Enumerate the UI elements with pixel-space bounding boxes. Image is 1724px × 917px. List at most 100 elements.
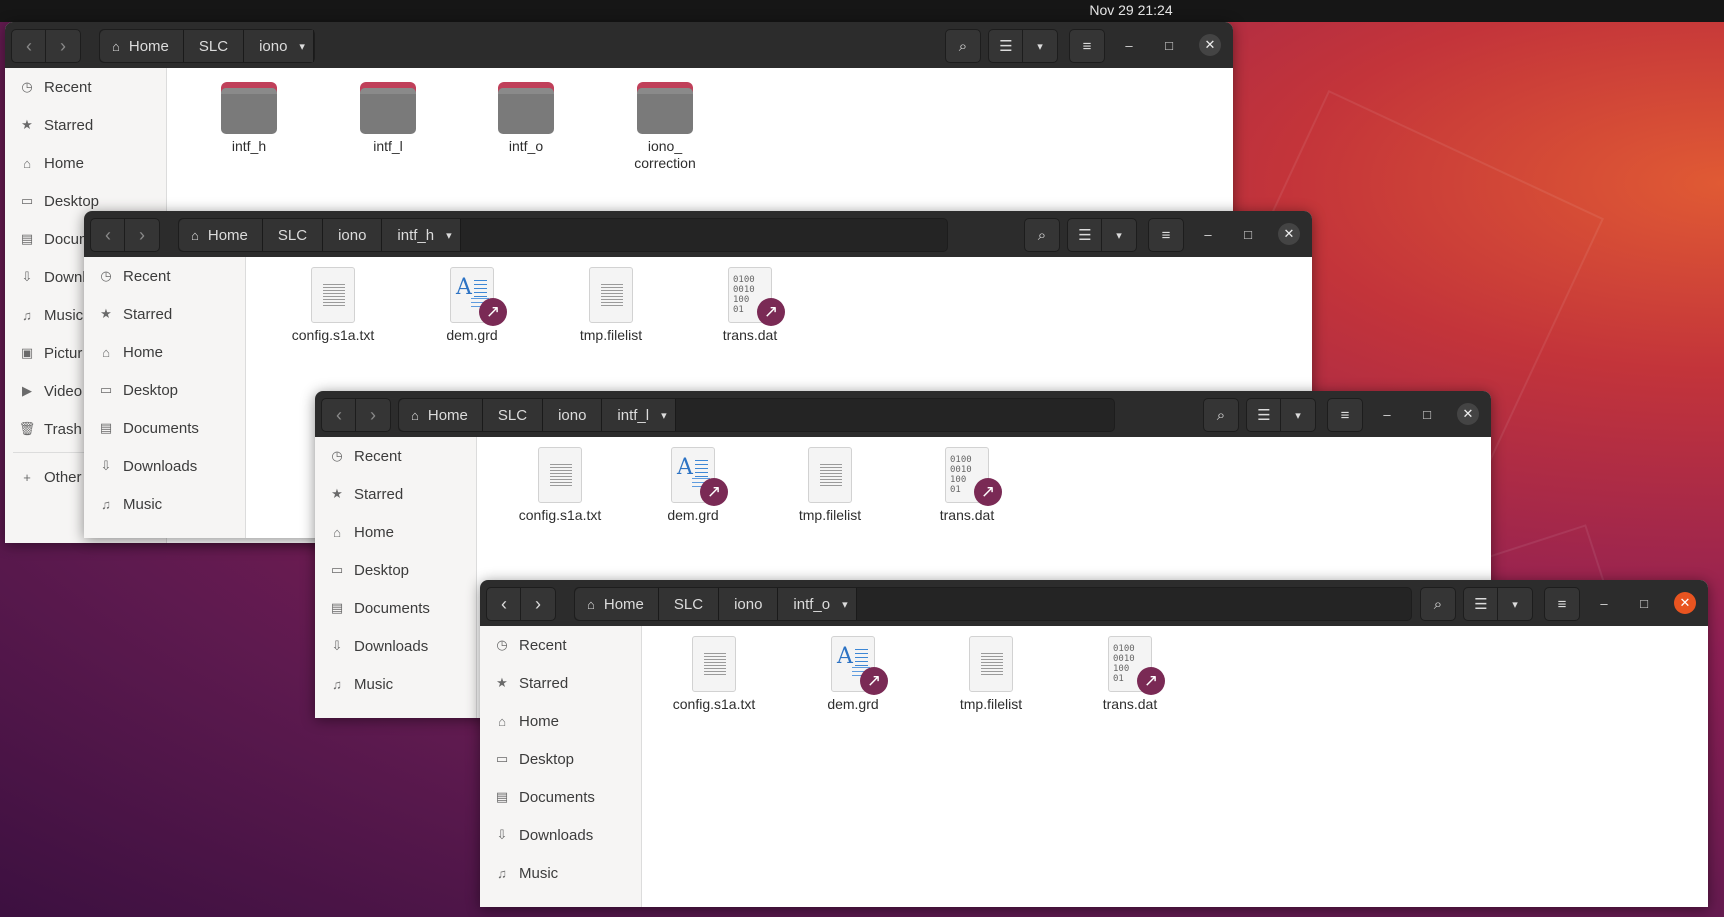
back-button[interactable]: ‹ xyxy=(486,587,522,621)
sidebar-item-starred[interactable]: ★ Starred xyxy=(480,664,568,702)
sidebar-item-desktop[interactable]: ▭ Desktop xyxy=(315,551,409,589)
minimize-button[interactable]: – xyxy=(1118,34,1140,56)
close-button[interactable]: ✕ xyxy=(1674,592,1696,614)
breadcrumb-iono[interactable]: iono xyxy=(543,399,603,431)
file-item[interactable]: 0100 0010 100 01 ↗ trans.dat xyxy=(692,267,808,344)
sidebar-item-documents[interactable]: ▤ Documents xyxy=(84,409,199,447)
sidebar-item-starred[interactable]: ★ Starred xyxy=(84,295,172,333)
maximize-button[interactable]: □ xyxy=(1416,403,1438,425)
search-button[interactable]: ⌕ xyxy=(1203,398,1239,432)
file-item[interactable]: config.s1a.txt xyxy=(275,267,391,344)
list-view-button[interactable]: ☰ xyxy=(1246,398,1282,432)
close-button[interactable]: ✕ xyxy=(1457,403,1479,425)
breadcrumb-home[interactable]: ⌂ Home xyxy=(179,219,263,251)
back-button[interactable]: ‹ xyxy=(321,398,357,432)
back-button[interactable]: ‹ xyxy=(11,29,47,63)
sidebar-item-other-locations[interactable]: + Other xyxy=(5,458,81,496)
breadcrumb-iono[interactable]: iono xyxy=(719,588,779,620)
forward-button[interactable]: › xyxy=(355,398,391,432)
sidebar-item-trash[interactable]: 🗑 Trash xyxy=(5,410,82,448)
folder-item[interactable]: intf_h xyxy=(191,82,307,155)
sidebar-item-music[interactable]: ♫ Music xyxy=(480,854,558,892)
file-item[interactable]: config.s1a.txt xyxy=(656,636,772,713)
sidebar-item-documents[interactable]: ▤ Docum xyxy=(5,220,92,258)
file-item[interactable]: tmp.filelist xyxy=(553,267,669,344)
minimize-button[interactable]: – xyxy=(1197,223,1219,245)
folder-item[interactable]: iono_ correction xyxy=(607,82,723,172)
sidebar-item-documents[interactable]: ▤ Documents xyxy=(480,778,595,816)
breadcrumb-current[interactable]: intf_o ▾ xyxy=(778,588,857,620)
breadcrumb-slc[interactable]: SLC xyxy=(482,399,544,431)
list-view-button[interactable]: ☰ xyxy=(1067,218,1103,252)
sidebar-item-downloads[interactable]: ⇩ Downl xyxy=(5,258,86,296)
maximize-button[interactable]: □ xyxy=(1633,592,1655,614)
search-button[interactable]: ⌕ xyxy=(1420,587,1456,621)
breadcrumb-slc[interactable]: SLC xyxy=(183,30,245,62)
back-button[interactable]: ‹ xyxy=(90,218,126,252)
file-item[interactable]: tmp.filelist xyxy=(772,447,888,524)
sidebar-item-documents[interactable]: ▤ Documents xyxy=(315,589,430,627)
forward-button[interactable]: › xyxy=(45,29,81,63)
search-button[interactable]: ⌕ xyxy=(945,29,981,63)
sidebar-item-home[interactable]: ⌂ Home xyxy=(5,144,84,182)
breadcrumb-slc[interactable]: SLC xyxy=(658,588,720,620)
maximize-button[interactable]: □ xyxy=(1237,223,1259,245)
menu-button[interactable]: ≡ xyxy=(1327,398,1363,432)
sidebar-item-desktop[interactable]: ▭ Desktop xyxy=(480,740,574,778)
list-view-button[interactable]: ☰ xyxy=(1463,587,1499,621)
folder-item[interactable]: intf_l xyxy=(330,82,446,155)
menu-button[interactable]: ≡ xyxy=(1069,29,1105,63)
file-item[interactable]: config.s1a.txt xyxy=(502,447,618,524)
sidebar-item-music[interactable]: ♫ Music xyxy=(315,665,393,703)
sidebar-item-recent[interactable]: ◷ Recent xyxy=(480,626,566,664)
view-options-button[interactable]: ▾ xyxy=(1022,29,1058,63)
sidebar-item-recent[interactable]: ◷ Recent xyxy=(5,68,91,106)
sidebar-item-starred[interactable]: ★ Starred xyxy=(5,106,93,144)
breadcrumb-slc[interactable]: SLC xyxy=(262,219,324,251)
breadcrumb-home[interactable]: ⌂ Home xyxy=(100,30,184,62)
view-options-button[interactable]: ▾ xyxy=(1497,587,1533,621)
breadcrumb-home[interactable]: ⌂ Home xyxy=(575,588,659,620)
plus-icon: + xyxy=(23,469,31,485)
forward-button[interactable]: › xyxy=(124,218,160,252)
sidebar-item-desktop[interactable]: ▭ Desktop xyxy=(84,371,178,409)
sidebar-item-videos[interactable]: ▶ Video xyxy=(5,372,82,410)
sidebar-item-downloads[interactable]: ⇩ Downloads xyxy=(84,447,198,485)
menu-button[interactable]: ≡ xyxy=(1544,587,1580,621)
minimize-button[interactable]: – xyxy=(1593,592,1615,614)
list-view-button[interactable]: ☰ xyxy=(988,29,1024,63)
breadcrumb-current[interactable]: intf_h ▾ xyxy=(382,219,461,251)
breadcrumb-current[interactable]: iono ▾ xyxy=(244,30,314,62)
close-button[interactable]: ✕ xyxy=(1199,34,1221,56)
breadcrumb-current[interactable]: intf_l ▾ xyxy=(602,399,676,431)
sidebar-item-recent[interactable]: ◷ Recent xyxy=(84,257,170,295)
sidebar-item-pictures[interactable]: ▣ Pictur xyxy=(5,334,83,372)
sidebar-item-recent[interactable]: ◷ Recent xyxy=(315,437,401,475)
clock[interactable]: Nov 29 21:24 xyxy=(1081,2,1181,18)
breadcrumb-iono[interactable]: iono xyxy=(323,219,383,251)
sidebar-item-starred[interactable]: ★ Starred xyxy=(315,475,403,513)
sidebar-item-home[interactable]: ⌂ Home xyxy=(480,702,559,740)
file-item[interactable]: A ↗ dem.grd xyxy=(795,636,911,713)
folder-item[interactable]: intf_o xyxy=(468,82,584,155)
sidebar-item-music[interactable]: ♫ Music xyxy=(84,485,162,523)
breadcrumb-home[interactable]: ⌂ Home xyxy=(399,399,483,431)
file-item[interactable]: A ↗ dem.grd xyxy=(414,267,530,344)
file-item[interactable]: 0100 0010 100 01 ↗ trans.dat xyxy=(1072,636,1188,713)
file-item[interactable]: A ↗ dem.grd xyxy=(635,447,751,524)
sidebar-item-music[interactable]: ♫ Music xyxy=(5,296,83,334)
file-item[interactable]: tmp.filelist xyxy=(933,636,1049,713)
sidebar-item-downloads[interactable]: ⇩ Downloads xyxy=(480,816,594,854)
close-button[interactable]: ✕ xyxy=(1278,223,1300,245)
minimize-button[interactable]: – xyxy=(1376,403,1398,425)
sidebar-item-home[interactable]: ⌂ Home xyxy=(315,513,394,551)
view-options-button[interactable]: ▾ xyxy=(1280,398,1316,432)
search-button[interactable]: ⌕ xyxy=(1024,218,1060,252)
menu-button[interactable]: ≡ xyxy=(1148,218,1184,252)
maximize-button[interactable]: □ xyxy=(1158,34,1180,56)
sidebar-item-downloads[interactable]: ⇩ Downloads xyxy=(315,627,429,665)
view-options-button[interactable]: ▾ xyxy=(1101,218,1137,252)
file-item[interactable]: 0100 0010 100 01 ↗ trans.dat xyxy=(909,447,1025,524)
sidebar-item-home[interactable]: ⌂ Home xyxy=(84,333,163,371)
forward-button[interactable]: › xyxy=(520,587,556,621)
